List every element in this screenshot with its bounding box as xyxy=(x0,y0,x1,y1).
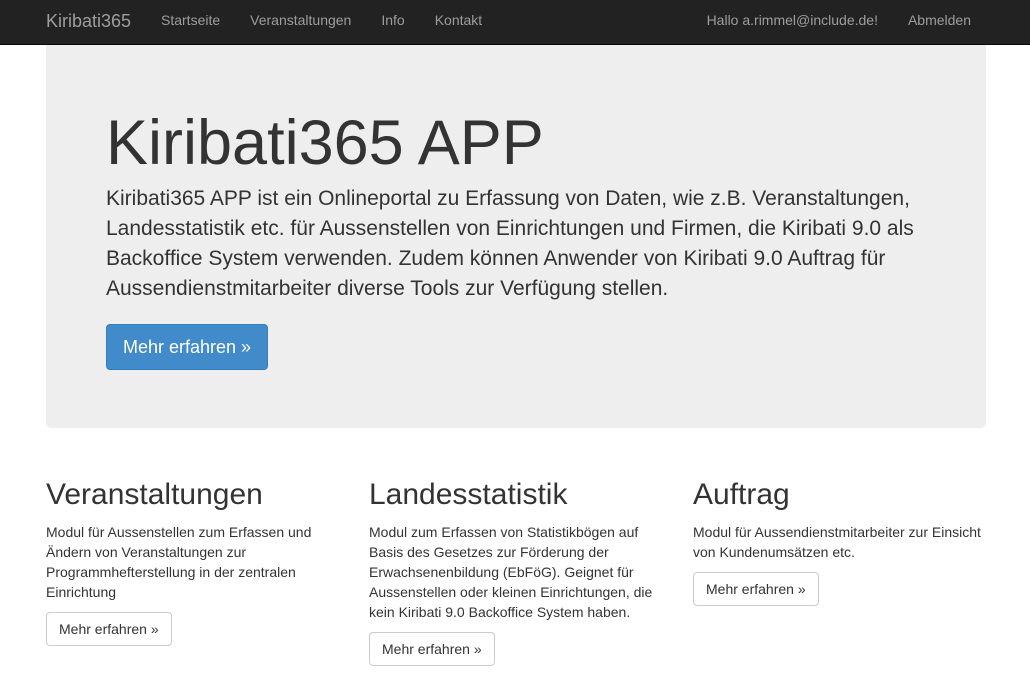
hero-title: Kiribati365 APP xyxy=(106,108,544,178)
hero-lead-text: Kiribati365 APP ist ein Onlineportal zu … xyxy=(106,187,914,301)
hero-learn-more-button[interactable]: Mehr erfahren » xyxy=(106,324,269,370)
top-navbar: Kiribati365 Startseite Veranstaltungen I… xyxy=(0,0,1030,45)
auftrag-learn-more-button[interactable]: Mehr erfahren » xyxy=(693,572,819,606)
module-veranstaltungen: Veranstaltungen Modul für Aussenstellen … xyxy=(46,478,341,646)
module-description: Modul für Aussendienstmitarbeiter zur Ei… xyxy=(693,524,981,560)
module-auftrag: Auftrag Modul für Aussendienstmitarbeite… xyxy=(693,478,988,606)
brand-link[interactable]: Kiribati365 xyxy=(46,0,131,45)
veranstaltungen-learn-more-button[interactable]: Mehr erfahren » xyxy=(46,612,172,646)
landesstatistik-learn-more-button[interactable]: Mehr erfahren » xyxy=(369,632,495,666)
module-description: Modul für Aussenstellen zum Erfassen und… xyxy=(46,524,312,600)
user-greeting-link[interactable]: Hallo a.rimmel@include.de! xyxy=(692,0,893,42)
module-landesstatistik: Landesstatistik Modul zum Erfassen von S… xyxy=(369,478,664,666)
user-nav: Hallo a.rimmel@include.de! Abmelden xyxy=(692,0,986,42)
nav-item-info[interactable]: Info xyxy=(366,0,419,42)
nav-item-kontakt[interactable]: Kontakt xyxy=(420,0,497,42)
hero-jumbotron: Kiribati365 APP Kiribati365 APP ist ein … xyxy=(46,45,986,428)
nav-item-veranstaltungen[interactable]: Veranstaltungen xyxy=(235,0,366,42)
module-heading: Auftrag xyxy=(693,478,790,511)
module-description: Modul zum Erfassen von Statistikbögen au… xyxy=(369,524,653,620)
nav-item-startseite[interactable]: Startseite xyxy=(146,0,235,42)
logout-link[interactable]: Abmelden xyxy=(893,0,986,42)
module-heading: Landesstatistik xyxy=(369,478,568,511)
module-heading: Veranstaltungen xyxy=(46,478,263,511)
main-nav: Startseite Veranstaltungen Info Kontakt xyxy=(146,0,497,42)
